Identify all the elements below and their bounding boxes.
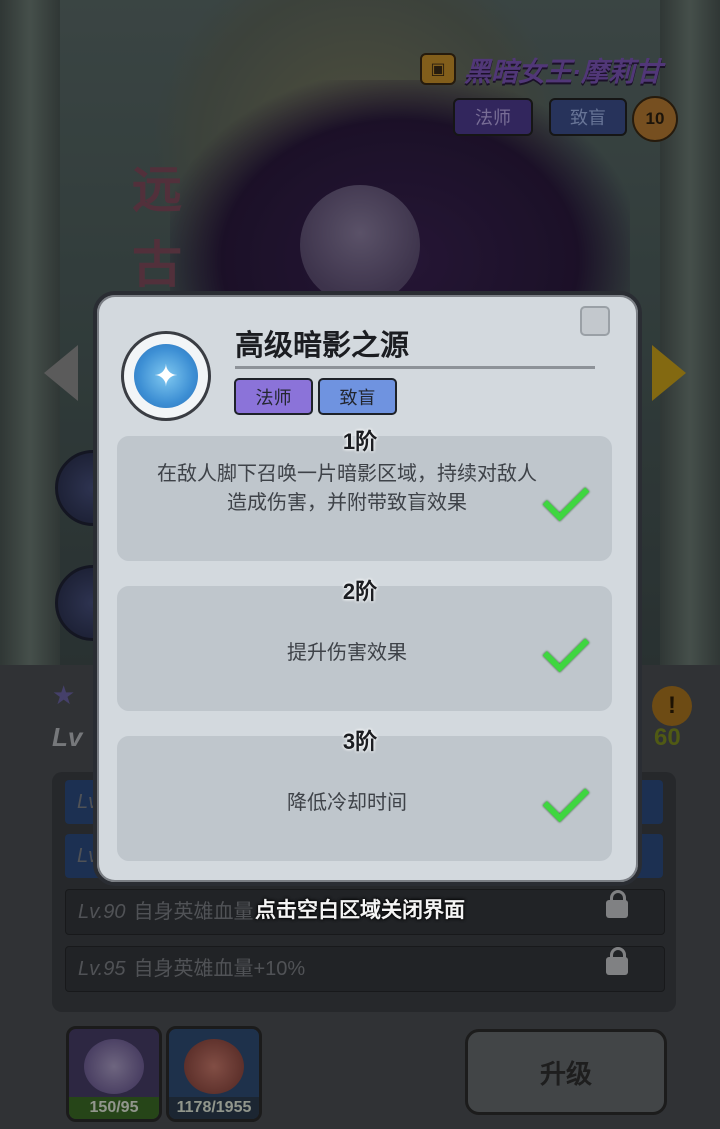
skill-title: 高级暗影之源 [235, 330, 410, 362]
tier-description: 在敌人脚下召唤一片暗影区域，持续对敌人造成伤害，并附带致盲效果 [157, 463, 537, 514]
skill-tag-class: 法师 [234, 378, 313, 415]
title-divider [235, 366, 595, 369]
tier-label-3: 3阶 [342, 729, 378, 754]
tier-label-1: 1阶 [342, 429, 378, 454]
checkmark-icon [542, 625, 590, 673]
tier-description: 降低冷却时间 [287, 792, 407, 814]
checkmark-icon [542, 775, 590, 823]
tier-label-2: 2阶 [342, 579, 378, 604]
close-hint: 点击空白区域关闭界面 [255, 899, 465, 922]
checkmark-icon [542, 474, 590, 522]
skill-tag-effect: 致盲 [318, 378, 397, 415]
skill-icon: ✦ [121, 331, 211, 421]
close-icon[interactable] [580, 306, 610, 336]
tier-description: 提升伤害效果 [287, 642, 407, 664]
shadow-bird-icon: ✦ [134, 344, 198, 408]
